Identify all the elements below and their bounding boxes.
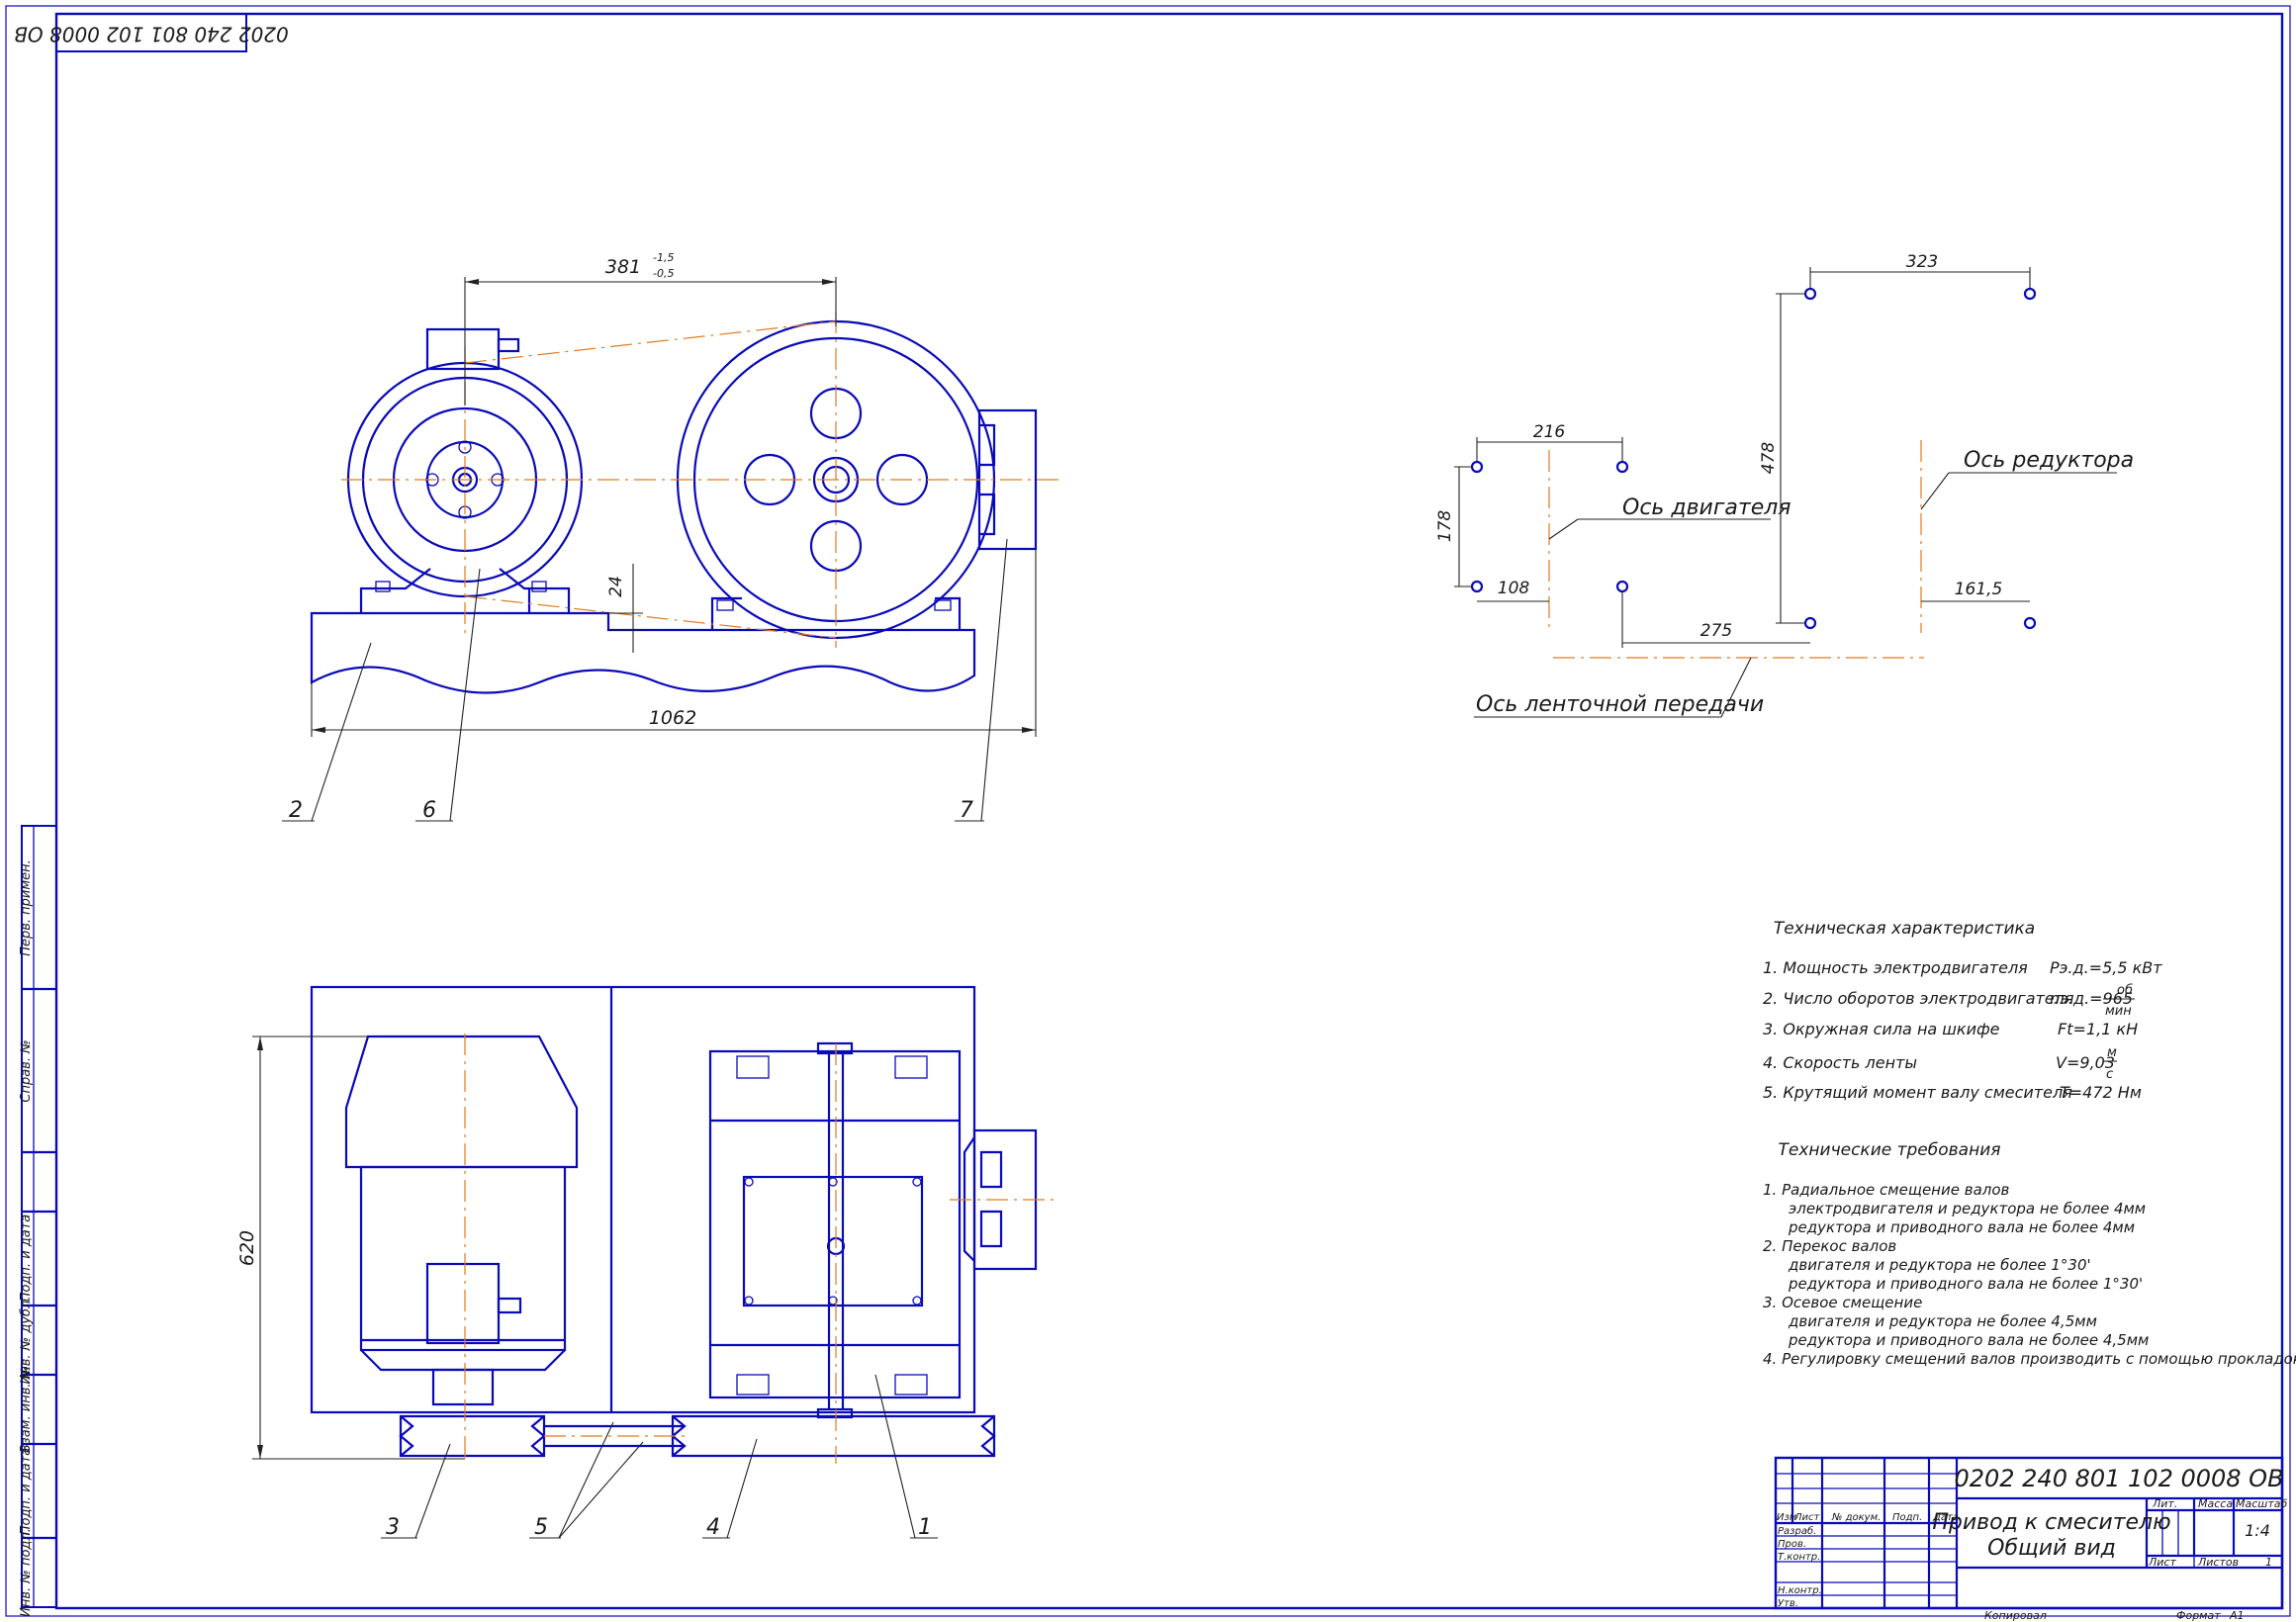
format-value: А1: [2229, 1609, 2245, 1622]
front-dim-height: 24: [606, 576, 626, 597]
tech-req-line-9: 4. Регулировку смещений валов производит…: [1763, 1350, 2296, 1368]
top-view: 620 3 5 4 1: [236, 985, 1058, 1540]
col-header-podp: Подп.: [1892, 1512, 1922, 1523]
sheets-value: 1: [2265, 1556, 2272, 1569]
spec-2-unit-den: мин: [2105, 1004, 2132, 1019]
spec-5-value: T=472 Нм: [2060, 1083, 2142, 1102]
tech-req-line-1: электродвигателя и редуктора не более 4м…: [1789, 1200, 2146, 1217]
tech-req-line-3: 2. Перекос валов: [1763, 1237, 1896, 1255]
side-stamp: Перв. примен. Справ. № Подп. и дата Инв.…: [19, 825, 57, 1617]
format-label: Формат: [2176, 1609, 2221, 1622]
row-label-prov: Пров.: [1778, 1539, 1806, 1550]
top-dim-height: 620: [236, 1230, 258, 1266]
lit-label: Лит.: [2152, 1497, 2177, 1510]
stamp-label-6: Инв. № подл.: [19, 1528, 34, 1617]
front-dim-length: 1062: [649, 707, 696, 729]
tech-req-line-0: 1. Радиальное смещение валов: [1763, 1181, 2010, 1199]
front-dim-top: 381: [605, 256, 641, 278]
dim-478: 478: [1759, 442, 1779, 475]
callout-7: 7: [960, 798, 973, 823]
spec-3-value: Ft=1,1 кН: [2058, 1020, 2138, 1038]
stamp-label-4: Взам. инв. №: [19, 1366, 34, 1453]
spec-1-label: 1. Мощность электродвигателя: [1763, 958, 2028, 977]
outer-frame: [5, 5, 2291, 1617]
spec-1-value: Pэ.д.=5,5 кВт: [2050, 958, 2162, 977]
stamp-label-2: Подп. и дата: [19, 1215, 34, 1303]
spec-4-unit-num: м: [2107, 1045, 2117, 1060]
tech-specs-title: Техническая характеристика: [1774, 919, 2035, 939]
scale-value: 1:4: [2245, 1521, 2270, 1540]
stamp-label-0: Перв. примен.: [19, 859, 34, 956]
row-label-razrab: Разраб.: [1778, 1525, 1816, 1537]
layout-scheme: 323 216 478 178 108 275 161,5 Ось двигат…: [1435, 252, 2134, 718]
drawing-sheet: 0202 240 801 102 0008 ОВ Перв. примен. С…: [5, 5, 2296, 1622]
front-dim-top-tol-upper: -1,5: [653, 251, 674, 264]
dim-161-5: 161,5: [1955, 580, 2003, 599]
front-view: 381 -1,5 -0,5 24 1062 2 6 7: [282, 251, 1058, 823]
tech-req-line-6: 3. Осевое смещение: [1763, 1294, 1922, 1311]
dim-275: 275: [1700, 621, 1732, 641]
reducer-axis-label: Ось редуктора: [1964, 448, 2134, 473]
dim-178: 178: [1435, 510, 1455, 543]
rotated-doc-code: 0202 240 801 102 0008 ОВ: [14, 23, 289, 46]
tech-req-line-7: двигателя и редуктора не более 4,5мм: [1788, 1312, 2097, 1330]
copied-label: Копировал: [1984, 1609, 2047, 1622]
callout-4: 4: [706, 1515, 720, 1540]
row-label-utv: Утв.: [1778, 1598, 1798, 1609]
motor-axis-label: Ось двигателя: [1622, 496, 1791, 520]
tech-req-line-2: редуктора и приводного вала не более 4мм: [1788, 1218, 2135, 1236]
sheets-label: Листов: [2197, 1556, 2239, 1569]
col-header-dokum: № докум.: [1831, 1512, 1881, 1523]
belt-axis-label: Ось ленточной передачи: [1476, 692, 1764, 717]
scale-label: Масштаб: [2236, 1497, 2287, 1510]
spec-3-label: 3. Окружная сила на шкифе: [1763, 1020, 2000, 1038]
callout-1: 1: [918, 1515, 932, 1540]
tech-req-line-5: редуктора и приводного вала не более 1°3…: [1788, 1275, 2143, 1293]
callout-3: 3: [386, 1515, 400, 1540]
tech-req-line-4: двигателя и редуктора не более 1°30': [1788, 1256, 2091, 1274]
tech-requirements: Технические требования 1. Радиальное сме…: [1763, 1140, 2296, 1368]
dim-216: 216: [1533, 422, 1566, 442]
spec-4-unit-den: с: [2106, 1067, 2113, 1082]
dim-108: 108: [1498, 579, 1530, 598]
callout-2: 2: [289, 798, 303, 823]
tech-req-title: Технические требования: [1779, 1140, 2001, 1160]
tech-req-line-8: редуктора и приводного вала не более 4,5…: [1788, 1331, 2149, 1349]
title-block: Изм Лист № докум. Подп. Дата Разраб. Про…: [1774, 1456, 2287, 1622]
spec-5-label: 5. Крутящий момент валу смесителя: [1763, 1083, 2072, 1102]
title-line-2: Общий вид: [1987, 1536, 2116, 1561]
row-label-nkontr: Н.контр.: [1778, 1585, 1822, 1596]
sheet-label: Лист: [2148, 1556, 2176, 1569]
spec-2-label: 2. Число оборотов электродвигателя: [1763, 989, 2074, 1008]
tech-specs: Техническая характеристика 1. Мощность э…: [1763, 919, 2162, 1102]
callout-5: 5: [534, 1515, 548, 1540]
stamp-label-1: Справ. №: [19, 1039, 34, 1102]
dim-323: 323: [1906, 252, 1938, 272]
col-header-list: Лист: [1793, 1512, 1821, 1523]
stamp-label-5: Подп. и дата: [19, 1448, 34, 1536]
spec-2-unit-num: об: [2117, 983, 2133, 998]
mass-label: Масса: [2198, 1497, 2233, 1510]
row-label-tkontr: Т.контр.: [1778, 1552, 1820, 1563]
title-doc-code: 0202 240 801 102 0008 ОВ: [1954, 1465, 2283, 1492]
callout-6: 6: [422, 798, 436, 823]
title-line-1: Привод к смесителю: [1932, 1510, 2170, 1535]
front-dim-top-tol-lower: -0,5: [653, 267, 674, 280]
spec-4-label: 4. Скорость ленты: [1763, 1053, 1917, 1072]
